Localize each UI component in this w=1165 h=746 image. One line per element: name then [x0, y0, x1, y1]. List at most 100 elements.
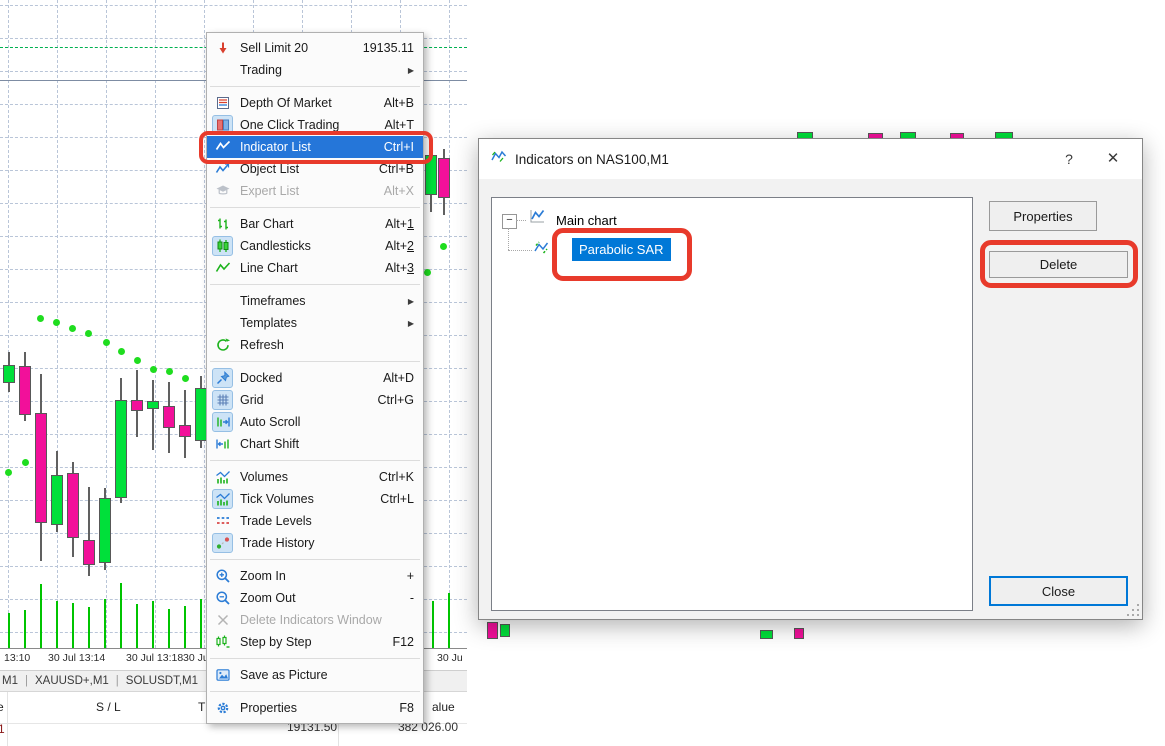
indicators-dialog: Indicators on NAS100,M1 ? ✕ − Main chart… [478, 138, 1143, 620]
resize-grip[interactable] [1127, 604, 1139, 616]
menu-item-zoom-out[interactable]: Zoom Out- [207, 587, 423, 609]
chart-fragment [487, 622, 498, 639]
table-column-divider [7, 692, 8, 746]
close-button[interactable]: Close [989, 576, 1128, 606]
parabolic-sar-dot [134, 357, 141, 364]
parabolic-sar-dot [118, 348, 125, 355]
menu-item-shortcut: Alt+B [384, 96, 414, 110]
candlestick-down [131, 400, 143, 411]
candlestick-up [425, 155, 437, 195]
menu-item-grid[interactable]: GridCtrl+G [207, 389, 423, 411]
grid-line-vertical [204, 0, 205, 648]
menu-item-label: Delete Indicators Window [240, 613, 414, 627]
candlestick-up [3, 365, 15, 383]
menu-item-label: Trading [240, 63, 398, 77]
line-chart-icon [212, 258, 233, 278]
menu-item-label: Volumes [240, 470, 369, 484]
submenu-arrow-icon: ▶ [408, 66, 414, 75]
volume-bar [120, 583, 122, 648]
menu-item-trade-levels[interactable]: Trade Levels [207, 510, 423, 532]
menu-item-label: Auto Scroll [240, 415, 414, 429]
menu-item-shortcut: Alt+T [384, 118, 414, 132]
volume-bar [40, 584, 42, 648]
menu-item-label: Candlesticks [240, 239, 375, 253]
menu-item-timeframes[interactable]: Timeframes ▶ [207, 290, 423, 312]
menu-item-trade-history[interactable]: Trade History [207, 532, 423, 554]
menu-item-label: Grid [240, 393, 368, 407]
chart-fragment [500, 624, 510, 637]
menu-item-bar-chart[interactable]: Bar ChartAlt+1 [207, 213, 423, 235]
menu-item-indicator-list[interactable]: Indicator ListCtrl+I [207, 136, 423, 158]
menu-item-label: Properties [240, 701, 389, 715]
menu-item-delete-indicators-window[interactable]: Delete Indicators Window [207, 609, 423, 631]
menu-item-shortcut: Alt+1 [385, 217, 414, 231]
candlestick-down [67, 473, 79, 538]
candlestick-up [147, 401, 159, 409]
submenu-arrow-icon: ▶ [408, 297, 414, 306]
one-click-trading-icon [212, 115, 233, 135]
tree-branch-line [508, 228, 509, 250]
table-header-tp: T [198, 700, 205, 714]
submenu-arrow-icon: ▶ [408, 319, 414, 328]
indicator-tree-list[interactable]: − Main chart Parabolic SAR [491, 197, 973, 611]
menu-separator [210, 361, 420, 362]
menu-item-label: Save as Picture [240, 668, 414, 682]
grid-icon [212, 390, 233, 410]
delete-button[interactable]: Delete [989, 251, 1128, 278]
menu-item-shortcut: Alt+3 [385, 261, 414, 275]
tree-expander-collapse[interactable]: − [502, 214, 517, 229]
volume-bar [104, 599, 106, 648]
parabolic-sar-dot [424, 269, 431, 276]
step-by-step-icon [212, 632, 233, 652]
menu-item-label: Trade History [240, 536, 414, 550]
help-button[interactable]: ? [1054, 147, 1084, 171]
close-icon[interactable]: ✕ [1098, 147, 1128, 171]
volumes-icon [212, 467, 233, 487]
tree-item-main-chart[interactable]: Main chart [556, 213, 617, 228]
chart-tab-xauusd-m1[interactable]: XAUUSD+,M1 [35, 675, 109, 687]
tree-branch-line [508, 250, 532, 251]
volume-bar [432, 601, 434, 648]
menu-item-auto-scroll[interactable]: Auto Scroll [207, 411, 423, 433]
menu-item-templates[interactable]: Templates▶ [207, 312, 423, 334]
auto-scroll-icon [212, 412, 233, 432]
expert-list-icon [212, 181, 233, 201]
menu-item-line-chart[interactable]: Line ChartAlt+3 [207, 257, 423, 279]
menu-item-object-list[interactable]: Object ListCtrl+B [207, 158, 423, 180]
chart-tab-m1[interactable]: M1 [2, 675, 18, 687]
menu-item-label: Tick Volumes [240, 492, 370, 506]
menu-item-save-as-picture[interactable]: Save as Picture [207, 664, 423, 686]
tree-item-parabolic-sar[interactable]: Parabolic SAR [572, 238, 671, 261]
chart-shift-icon [212, 434, 233, 454]
menu-item-depth-of-market[interactable]: Depth Of MarketAlt+B [207, 92, 423, 114]
menu-item-candlesticks[interactable]: CandlesticksAlt+2 [207, 235, 423, 257]
menu-item-shortcut: 19135.11 [363, 41, 414, 55]
menu-item-shortcut: Alt+D [383, 371, 414, 385]
no-icon [212, 60, 233, 80]
volume-bar [72, 603, 74, 648]
candle-wick [184, 390, 186, 458]
menu-item-volumes[interactable]: VolumesCtrl+K [207, 466, 423, 488]
menu-item-label: Indicator List [240, 140, 374, 154]
parabolic-sar-dot [37, 315, 44, 322]
menu-item-one-click-trading[interactable]: One Click TradingAlt+T [207, 114, 423, 136]
menu-separator [210, 284, 420, 285]
menu-item-shortcut: Ctrl+B [379, 162, 414, 176]
chart-tab-solusdt-m1[interactable]: SOLUSDT,M1 [126, 675, 198, 687]
menu-item-chart-shift[interactable]: Chart Shift [207, 433, 423, 455]
chart-fragment [760, 630, 773, 639]
menu-item-refresh[interactable]: Refresh [207, 334, 423, 356]
menu-item-zoom-in[interactable]: Zoom In+ [207, 565, 423, 587]
volume-bar [88, 607, 90, 648]
properties-button[interactable]: Properties [989, 201, 1097, 231]
menu-item-docked[interactable]: DockedAlt+D [207, 367, 423, 389]
menu-item-sell-limit[interactable]: Sell Limit 2019135.11 [207, 37, 423, 59]
dialog-titlebar: Indicators on NAS100,M1 [479, 139, 1142, 179]
menu-item-trading[interactable]: Trading ▶ [207, 59, 423, 81]
menu-item-label: Step by Step [240, 635, 382, 649]
menu-item-tick-volumes[interactable]: Tick VolumesCtrl+L [207, 488, 423, 510]
menu-item-properties[interactable]: PropertiesF8 [207, 697, 423, 719]
menu-item-step-by-step[interactable]: Step by StepF12 [207, 631, 423, 653]
menu-item-expert-list[interactable]: Expert ListAlt+X [207, 180, 423, 202]
menu-item-label: Timeframes [240, 294, 398, 308]
